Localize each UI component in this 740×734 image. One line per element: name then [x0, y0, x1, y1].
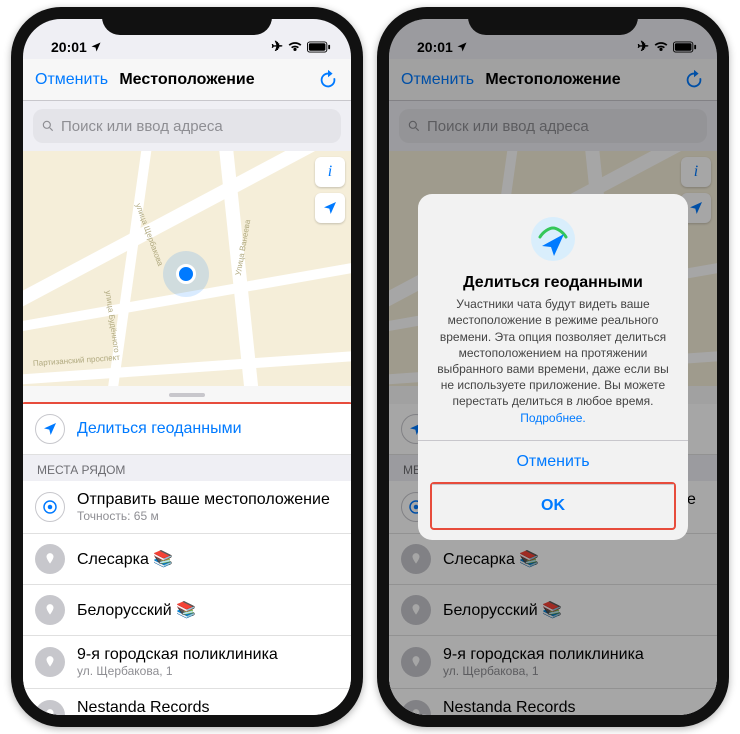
search-icon	[41, 119, 55, 133]
share-location-row[interactable]: Делиться геоданными	[23, 404, 351, 455]
place-sub: ул. Щербакова, 1	[77, 664, 339, 678]
send-current-location-row[interactable]: Отправить ваше местоположение Точность: …	[23, 481, 351, 534]
wifi-icon	[287, 41, 303, 53]
list-item[interactable]: Слесарка 📚	[23, 534, 351, 585]
place-title: Nestanda Records	[77, 699, 339, 715]
target-icon	[35, 492, 65, 522]
modal-dimmer: Делиться геоданными Участники чата будут…	[389, 19, 717, 715]
current-location-dot	[163, 251, 209, 297]
alert-message: Участники чата будут видеть ваше местопо…	[434, 296, 672, 426]
list-item[interactable]: 9-я городская поликлиника ул. Щербакова,…	[23, 636, 351, 689]
list-item[interactable]: Белорусский 📚	[23, 585, 351, 636]
send-current-sub: Точность: 65 м	[77, 509, 339, 523]
section-nearby: МЕСТА РЯДОМ	[23, 455, 351, 481]
map-info-button[interactable]: i	[315, 157, 345, 187]
alert-title: Делиться геоданными	[434, 274, 672, 292]
refresh-icon[interactable]	[317, 69, 339, 91]
screen-left: 20:01 ✈︎ Отменить Местоположение Поиск и…	[23, 19, 351, 715]
battery-icon	[307, 41, 331, 53]
nav-bar: Отменить Местоположение	[23, 59, 351, 101]
place-pin-icon	[35, 544, 65, 574]
alert-ok-button[interactable]: ОK	[432, 484, 674, 528]
place-pin-icon	[35, 595, 65, 625]
highlight-ok: ОK	[430, 482, 676, 530]
place-pin-icon	[35, 647, 65, 677]
alert-dialog: Делиться геоданными Участники чата будут…	[418, 194, 688, 540]
screen-right: 20:01 ✈︎ Отменить Местоположение Поиск и…	[389, 19, 717, 715]
place-title: 9-я городская поликлиника	[77, 646, 339, 664]
place-title: Слесарка 📚	[77, 549, 339, 569]
phone-right: 20:01 ✈︎ Отменить Местоположение Поиск и…	[377, 7, 729, 727]
alert-cancel-button[interactable]: Отменить	[418, 440, 688, 484]
place-title: Белорусский 📚	[77, 600, 339, 620]
notch	[102, 7, 272, 35]
highlight-share-row: Делиться геоданными	[23, 402, 351, 457]
share-location-icon	[35, 414, 65, 444]
search-placeholder: Поиск или ввод адреса	[61, 118, 223, 135]
map-view[interactable]: улица Щербакова улица Будённого Улица Ва…	[23, 151, 351, 386]
phone-left: 20:01 ✈︎ Отменить Местоположение Поиск и…	[11, 7, 363, 727]
street-label: Партизанский проспект	[33, 353, 120, 368]
list-item[interactable]: Nestanda Records ул. Будённого, 1	[23, 689, 351, 715]
share-location-label: Делиться геоданными	[77, 420, 339, 438]
notch	[468, 7, 638, 35]
send-current-title: Отправить ваше местоположение	[77, 491, 339, 509]
cancel-button[interactable]: Отменить	[35, 71, 108, 89]
alert-more-link[interactable]: Подробнее.	[520, 411, 586, 425]
place-pin-icon	[35, 700, 65, 715]
map-locate-button[interactable]	[315, 193, 345, 223]
location-arrow-icon	[90, 41, 102, 53]
alert-location-icon	[526, 212, 580, 266]
airplane-icon: ✈︎	[271, 38, 283, 55]
status-time: 20:01	[51, 39, 87, 55]
search-input[interactable]: Поиск или ввод адреса	[33, 109, 341, 143]
